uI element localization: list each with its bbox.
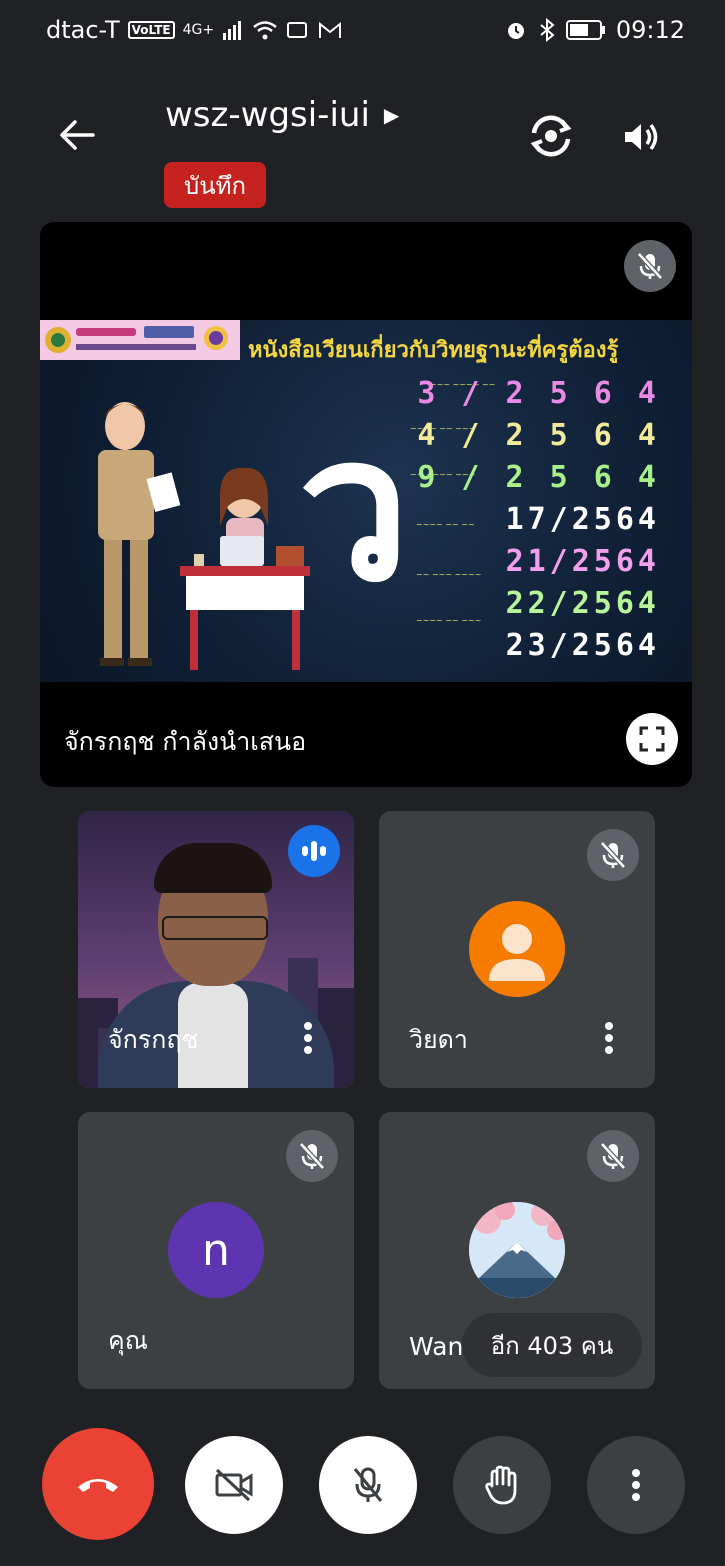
- participant-muted-indicator: [587, 1130, 639, 1182]
- more-vert-icon: [632, 1469, 640, 1501]
- mic-off-icon: [600, 841, 626, 869]
- status-bar: dtac-T VoLTE 4G+ 09:12: [0, 0, 725, 62]
- person-icon: [489, 924, 545, 981]
- slide-number-row: 21/2564: [505, 544, 660, 579]
- status-bar-left: dtac-T VoLTE 4G+: [46, 16, 342, 44]
- avatar-initial: n: [202, 1224, 230, 1276]
- participant-tile[interactable]: จักรกฤช: [78, 811, 354, 1088]
- mic-off-icon: [353, 1467, 383, 1502]
- avatar-photo: [469, 1202, 565, 1298]
- mic-off-icon: [600, 1142, 626, 1170]
- leave-call-button[interactable]: [42, 1428, 154, 1540]
- participant-more-button[interactable]: [597, 1018, 621, 1058]
- meeting-info-button[interactable]: wsz-wgsi-iui ▶: [165, 95, 399, 135]
- switch-camera-button[interactable]: [520, 108, 582, 164]
- participant-tile-self[interactable]: n คุณ: [78, 1112, 354, 1389]
- battery-icon: [565, 20, 605, 40]
- presentation-tile[interactable]: หนังสือเวียนเกี่ยวกับวิทยฐานะที่ครูต้องร…: [40, 222, 692, 787]
- slide-number-row: 22/2564: [505, 586, 660, 621]
- volte-badge: VoLTE: [127, 21, 175, 39]
- mail-icon: [319, 21, 342, 38]
- bluetooth-icon: [540, 18, 555, 42]
- avatar: [469, 901, 565, 997]
- presenter-label: จักรกฤช กำลังนำเสนอ: [64, 727, 307, 756]
- raise-hand-button[interactable]: [453, 1436, 551, 1534]
- more-vert-icon: [605, 1022, 613, 1054]
- participant-hair: [154, 843, 272, 893]
- slide-illustration: [98, 402, 310, 670]
- shared-slide: หนังสือเวียนเกี่ยวกับวิทยฐานะที่ครูต้องร…: [40, 320, 692, 682]
- meet-call-screen: dtac-T VoLTE 4G+ 09:12 wsz-wgsi-iui ▶ บั…: [0, 0, 725, 1566]
- mic-toggle-button[interactable]: [319, 1436, 417, 1534]
- arrow-left-icon: [60, 120, 95, 150]
- slide-title: หนังสือเวียนเกี่ยวกับวิทยฐานะที่ครูต้องร…: [248, 338, 619, 363]
- participant-muted-indicator: [587, 829, 639, 881]
- speaking-indicator: [288, 825, 340, 877]
- slide-number-row: 3 / 2 5 6 4: [417, 376, 660, 411]
- participant-muted-indicator: [286, 1130, 338, 1182]
- more-vert-icon: [304, 1022, 312, 1054]
- recording-badge: บันทึก: [164, 162, 266, 208]
- fullscreen-icon: [639, 726, 665, 752]
- participant-name: จักรกฤช: [108, 1025, 199, 1054]
- meeting-code: wsz-wgsi-iui: [165, 95, 370, 135]
- camera-toggle-button[interactable]: [185, 1436, 283, 1534]
- mountain-photo-icon: [469, 1202, 565, 1298]
- slide-number-row: 23/2564: [505, 628, 660, 663]
- audio-level-bar: [302, 846, 308, 856]
- participant-tile[interactable]: วิยดา: [379, 811, 655, 1088]
- slide-big-char: ว: [298, 393, 411, 626]
- slide-logo-image: [45, 326, 228, 353]
- presenter-muted-indicator: [624, 240, 676, 292]
- caret-right-icon: ▶: [383, 103, 400, 127]
- camera-flip-icon: [530, 115, 572, 157]
- slide-number-row: 4 / 2 5 6 4: [417, 418, 660, 453]
- slide-number-list: 3 / 2 5 6 4 4 / 2 5 6 4 9 / 2 5 6 4 17/2…: [417, 374, 660, 665]
- alarm-icon: [507, 23, 524, 39]
- network-type: 4G+: [182, 22, 215, 38]
- fullscreen-button[interactable]: [626, 713, 678, 765]
- call-end-icon: [78, 1479, 118, 1492]
- participant-name: วิยดา: [409, 1025, 468, 1054]
- participant-more-button[interactable]: [296, 1018, 320, 1058]
- participant-glasses: [162, 916, 268, 940]
- cast-icon: [287, 22, 308, 38]
- audio-level-bar: [320, 846, 326, 856]
- mic-off-icon: [299, 1142, 325, 1170]
- avatar: n: [168, 1202, 264, 1298]
- wifi-icon: [253, 21, 277, 40]
- back-button[interactable]: [52, 110, 102, 160]
- status-bar-right: 09:12: [504, 16, 685, 44]
- more-options-button[interactable]: [587, 1436, 685, 1534]
- clock: 09:12: [615, 16, 685, 44]
- participant-name: คุณ: [108, 1326, 148, 1355]
- speaker-icon: [625, 123, 658, 151]
- slide-number-row: 9 / 2 5 6 4: [417, 460, 660, 495]
- videocam-off-icon: [215, 1468, 253, 1502]
- audio-output-button[interactable]: [614, 110, 668, 164]
- signal-icon: [223, 21, 242, 40]
- mic-off-icon: [637, 252, 663, 280]
- more-participants-button[interactable]: อีก 403 คน: [462, 1313, 642, 1377]
- carrier-label: dtac-T: [46, 16, 120, 44]
- audio-level-bar: [311, 841, 317, 861]
- slide-number-row: 17/2564: [505, 502, 660, 537]
- hand-icon: [485, 1465, 517, 1505]
